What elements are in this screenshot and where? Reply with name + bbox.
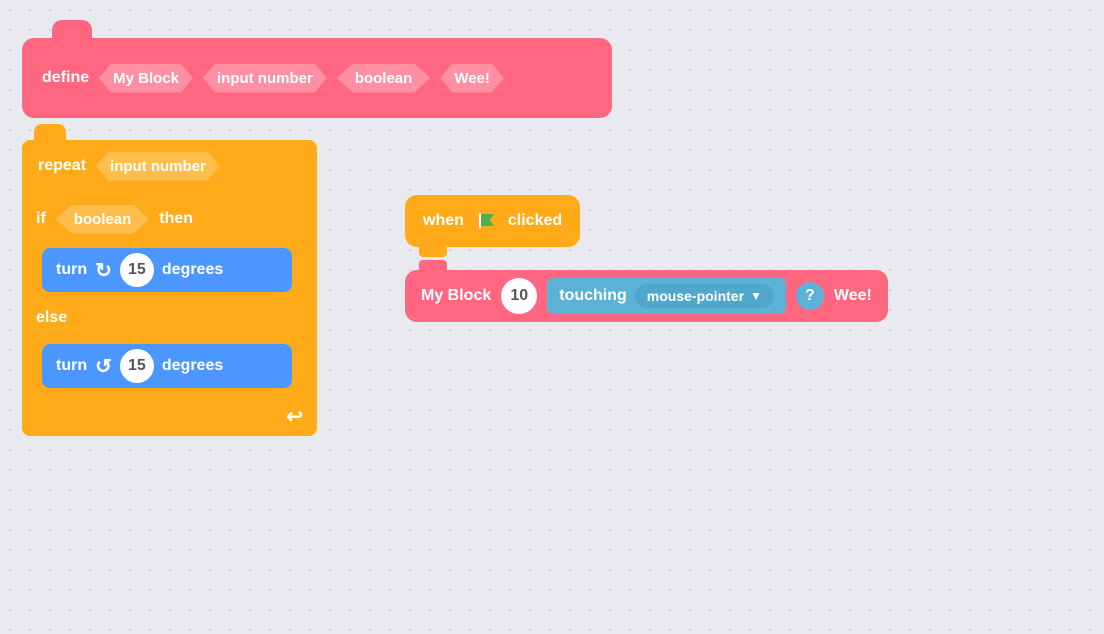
input-number-pill-repeat[interactable]: input number [96, 152, 220, 181]
flag-icon [474, 209, 498, 233]
cw-icon: ↻ [95, 258, 112, 283]
else-label: else [36, 309, 67, 327]
turn-ccw-value[interactable]: 15 [120, 349, 154, 383]
wee-call-label: Wee! [834, 287, 872, 305]
touching-block[interactable]: touching mouse-pointer ▼ [547, 278, 786, 314]
mouse-pointer-label: mouse-pointer [647, 288, 744, 304]
my-block-pill[interactable]: My Block [99, 64, 193, 93]
mouse-pointer-dropdown[interactable]: mouse-pointer ▼ [635, 284, 774, 308]
boolean-pill-if[interactable]: boolean [56, 205, 150, 234]
myblock-call-label: My Block [421, 287, 491, 305]
then-label: then [159, 210, 193, 228]
when-clicked-block[interactable]: when clicked [405, 195, 580, 247]
input-number-pill-define[interactable]: input number [203, 64, 327, 93]
repeat-block[interactable]: repeat input number [22, 140, 317, 192]
question-mark-pill: ? [796, 282, 824, 310]
wee-pill-define[interactable]: Wee! [440, 64, 504, 93]
boolean-pill-define[interactable]: boolean [337, 64, 431, 93]
turn-ccw-label: turn [56, 357, 87, 375]
turn-cw-value[interactable]: 15 [120, 253, 154, 287]
when-label: when [423, 212, 464, 230]
turn-cw-block[interactable]: turn ↻ 15 degrees [42, 248, 292, 292]
orange-wrapper: repeat input number if boolean then turn… [22, 140, 317, 436]
turn-cw-container: turn ↻ 15 degrees [22, 240, 317, 300]
degrees-cw-label: degrees [162, 261, 223, 279]
turn-ccw-block[interactable]: turn ↺ 15 degrees [42, 344, 292, 388]
if-row[interactable]: if boolean then [22, 192, 317, 240]
ccw-icon: ↺ [95, 354, 112, 379]
scratch-canvas: define My Block input number boolean Wee… [0, 0, 1104, 634]
define-label: define [42, 69, 89, 87]
define-block[interactable]: define My Block input number boolean Wee… [22, 38, 612, 118]
else-row: else [22, 300, 317, 336]
myblock-value-input[interactable]: 10 [501, 278, 537, 314]
dropdown-arrow-icon: ▼ [750, 289, 762, 303]
touching-label: touching [559, 287, 627, 305]
degrees-ccw-label: degrees [162, 357, 223, 375]
orange-bottom: ↩ [22, 396, 317, 436]
my-block-call[interactable]: My Block 10 touching mouse-pointer ▼ ? W… [405, 270, 888, 322]
if-label: if [36, 210, 46, 228]
clicked-label: clicked [508, 212, 562, 230]
loop-arrow-icon: ↩ [286, 404, 303, 429]
turn-ccw-container: turn ↺ 15 degrees [22, 336, 317, 396]
turn-cw-label: turn [56, 261, 87, 279]
repeat-label: repeat [38, 157, 86, 175]
